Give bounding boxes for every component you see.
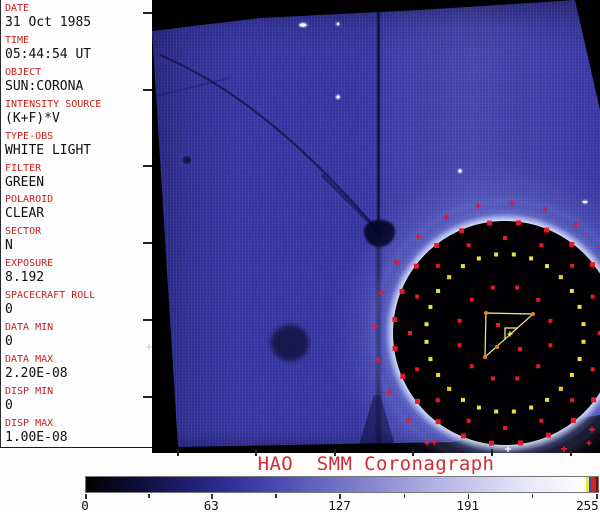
field-label: DATA MAX	[5, 355, 151, 365]
field-label: DISP MIN	[5, 387, 151, 397]
field-label: EXPOSURE	[5, 259, 151, 269]
colorbar-minor-tick	[532, 494, 534, 498]
metadata-field-type-obs: TYPE-OBS WHITE LIGHT	[5, 132, 151, 157]
field-value: SUN:CORONA	[5, 80, 151, 93]
field-label: DATE	[5, 4, 151, 14]
colorbar-tick-label: 127	[328, 499, 351, 512]
colorbar-tick-label: 191	[456, 499, 479, 512]
colorbar-gradient	[85, 476, 599, 493]
colorbar-tick-label: 63	[204, 499, 219, 512]
left-axis-tick	[143, 242, 152, 244]
field-label: FILTER	[5, 164, 151, 174]
colorbar-minor-tick	[275, 494, 277, 498]
metadata-field-disp-max: DISP MAX 1.00E-08	[5, 419, 151, 444]
metadata-field-exposure: EXPOSURE 8.192	[5, 259, 151, 284]
coronagraph-image-canvas	[152, 0, 600, 453]
metadata-field-sector: SECTOR N	[5, 227, 151, 252]
field-value: 0	[5, 335, 151, 348]
left-axis-tick	[143, 319, 152, 321]
field-label: DISP MAX	[5, 419, 151, 429]
field-label: OBJECT	[5, 68, 151, 78]
metadata-field-disp-min: DISP MIN 0	[5, 387, 151, 412]
field-label: INTENSITY SOURCE	[5, 100, 151, 110]
image-caption: HAO SMM Coronagraph	[152, 454, 600, 474]
colorbar-end-stripe	[596, 477, 598, 492]
colorbar-tick-label: 0	[81, 499, 89, 512]
field-label: POLAROID	[5, 195, 151, 205]
field-value: CLEAR	[5, 207, 151, 220]
smm-coronagraph-viewer: DATE 31 Oct 1985 TIME 05:44:54 UT OBJECT SUN:…	[0, 0, 600, 512]
left-axis-tick	[143, 89, 152, 91]
metadata-field-filter: FILTER GREEN	[5, 164, 151, 189]
colorbar: 0 63 127 191 255	[0, 474, 600, 512]
field-value: GREEN	[5, 176, 151, 189]
metadata-field-time: TIME 05:44:54 UT	[5, 36, 151, 61]
metadata-field-date: DATE 31 Oct 1985	[5, 4, 151, 29]
field-label: SPACECRAFT ROLL	[5, 291, 151, 301]
small-dark-spot	[183, 156, 191, 164]
field-value: 8.192	[5, 271, 151, 284]
field-label: SECTOR	[5, 227, 151, 237]
metadata-field-spacecraft-roll: SPACECRAFT ROLL 0	[5, 291, 151, 316]
field-value: 31 Oct 1985	[5, 16, 151, 29]
field-value: 05:44:54 UT	[5, 48, 151, 61]
field-label: TYPE-OBS	[5, 132, 151, 142]
metadata-field-data-min: DATA MIN 0	[5, 323, 151, 348]
occulting-disk	[393, 221, 600, 445]
field-value: N	[5, 239, 151, 252]
field-value: WHITE LIGHT	[5, 144, 151, 157]
field-value: 2.20E-08	[5, 367, 151, 380]
left-axis-tick	[143, 12, 152, 14]
field-value: 0	[5, 303, 151, 316]
field-value: (K+F)*V	[5, 112, 151, 125]
field-value: 0	[5, 399, 151, 412]
colorbar-tick-label: 255	[576, 499, 599, 512]
left-axis-tick	[143, 165, 152, 167]
field-label: DATA MIN	[5, 323, 151, 333]
field-value: 1.00E-08	[5, 431, 151, 444]
metadata-field-polaroid: POLAROID CLEAR	[5, 195, 151, 220]
colorbar-minor-tick	[148, 494, 150, 498]
left-axis-tick	[143, 396, 152, 398]
field-label: TIME	[5, 36, 151, 46]
colorbar-minor-tick	[404, 494, 406, 498]
metadata-panel: DATE 31 Oct 1985 TIME 05:44:54 UT OBJECT SUN:…	[0, 0, 152, 448]
metadata-field-intensity-source: INTENSITY SOURCE (K+F)*V	[5, 100, 151, 125]
metadata-field-object: OBJECT SUN:CORONA	[5, 68, 151, 93]
metadata-field-data-max: DATA MAX 2.20E-08	[5, 355, 151, 380]
